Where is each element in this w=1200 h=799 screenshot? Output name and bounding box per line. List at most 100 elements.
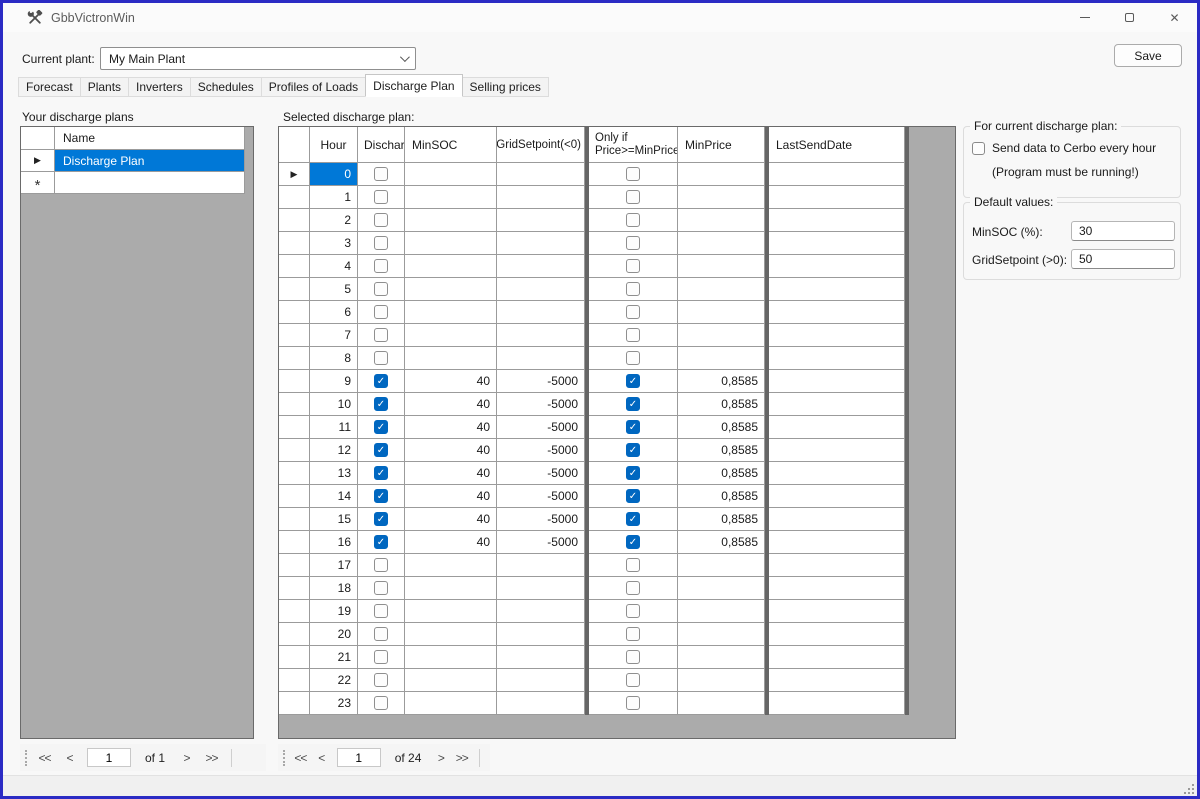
lastsenddate-cell[interactable] (769, 462, 905, 485)
minsoc-cell[interactable] (405, 646, 497, 669)
onlyif-cell[interactable] (589, 554, 678, 577)
discharge-cell[interactable] (358, 600, 405, 623)
row-selector[interactable] (279, 370, 310, 393)
default-gridsetpoint-field[interactable] (1071, 249, 1175, 269)
row-selector[interactable] (279, 347, 310, 370)
minsoc-cell[interactable] (405, 623, 497, 646)
gridsetpoint-cell[interactable] (497, 692, 585, 715)
onlyif-cell[interactable] (589, 232, 678, 255)
new-row-selector[interactable]: * (21, 172, 55, 194)
onlyif-cell[interactable] (589, 163, 678, 186)
lastsenddate-cell[interactable] (769, 186, 905, 209)
onlyif-checkbox[interactable] (626, 236, 640, 250)
discharge-cell[interactable] (358, 209, 405, 232)
lastsenddate-column-header[interactable]: LastSendDate (769, 127, 905, 163)
row-selector[interactable] (279, 278, 310, 301)
hour-cell[interactable]: 16 (310, 531, 358, 554)
onlyif-cell[interactable]: ✓ (589, 416, 678, 439)
maximize-button[interactable] (1107, 3, 1152, 32)
onlyif-checkbox[interactable] (626, 282, 640, 296)
gridsetpoint-cell[interactable] (497, 278, 585, 301)
hour-cell[interactable]: 12 (310, 439, 358, 462)
lastsenddate-cell[interactable] (769, 347, 905, 370)
hour-cell[interactable]: 23 (310, 692, 358, 715)
discharge-checkbox[interactable] (374, 558, 388, 572)
plans-position-input[interactable] (87, 748, 131, 767)
gridsetpoint-cell[interactable] (497, 186, 585, 209)
gridsetpoint-cell[interactable] (497, 600, 585, 623)
onlyif-checkbox[interactable] (626, 213, 640, 227)
row-selector[interactable] (279, 416, 310, 439)
tab-plants[interactable]: Plants (79, 77, 130, 97)
minsoc-cell[interactable]: 40 (405, 485, 497, 508)
discharge-checkbox[interactable] (374, 282, 388, 296)
gridsetpoint-cell[interactable]: -5000 (497, 393, 585, 416)
onlyif-checkbox[interactable] (626, 167, 640, 181)
minsoc-cell[interactable] (405, 209, 497, 232)
minprice-cell[interactable] (678, 554, 765, 577)
minsoc-cell[interactable] (405, 255, 497, 278)
discharge-cell[interactable] (358, 324, 405, 347)
onlyif-checkbox[interactable] (626, 650, 640, 664)
discharge-cell[interactable] (358, 646, 405, 669)
hour-cell[interactable]: 20 (310, 623, 358, 646)
minsoc-cell[interactable] (405, 324, 497, 347)
discharge-cell[interactable] (358, 623, 405, 646)
discharge-cell[interactable] (358, 163, 405, 186)
plans-next-page-button[interactable]: > (174, 748, 199, 768)
row-selector[interactable] (279, 255, 310, 278)
minsoc-cell[interactable] (405, 692, 497, 715)
onlyif-checkbox[interactable]: ✓ (626, 466, 640, 480)
tab-inverters[interactable]: Inverters (128, 77, 191, 97)
discharge-checkbox[interactable]: ✓ (374, 535, 388, 549)
lastsenddate-cell[interactable] (769, 669, 905, 692)
minprice-cell[interactable]: 0,8585 (678, 462, 765, 485)
gridsetpoint-cell[interactable]: -5000 (497, 485, 585, 508)
discharge-checkbox[interactable] (374, 673, 388, 687)
minprice-cell[interactable]: 0,8585 (678, 370, 765, 393)
onlyif-checkbox[interactable] (626, 673, 640, 687)
minsoc-cell[interactable] (405, 577, 497, 600)
lastsenddate-cell[interactable] (769, 209, 905, 232)
discharge-checkbox[interactable]: ✓ (374, 489, 388, 503)
gridsetpoint-cell[interactable] (497, 623, 585, 646)
onlyif-cell[interactable] (589, 186, 678, 209)
discharge-checkbox[interactable]: ✓ (374, 374, 388, 388)
minsoc-cell[interactable] (405, 554, 497, 577)
lastsenddate-cell[interactable] (769, 439, 905, 462)
hour-cell[interactable]: 22 (310, 669, 358, 692)
minsoc-column-header[interactable]: MinSOC (405, 127, 497, 163)
onlyif-checkbox[interactable] (626, 627, 640, 641)
discharge-checkbox[interactable]: ✓ (374, 397, 388, 411)
lastsenddate-cell[interactable] (769, 600, 905, 623)
minprice-cell[interactable] (678, 577, 765, 600)
row-selector[interactable] (279, 393, 310, 416)
onlyif-cell[interactable] (589, 623, 678, 646)
gridsetpoint-cell[interactable] (497, 324, 585, 347)
hour-cell[interactable]: 5 (310, 278, 358, 301)
discharge-checkbox[interactable] (374, 650, 388, 664)
discharge-checkbox[interactable] (374, 259, 388, 273)
minprice-cell[interactable] (678, 324, 765, 347)
tab-profiles-of-loads[interactable]: Profiles of Loads (260, 77, 367, 97)
minsoc-cell[interactable]: 40 (405, 393, 497, 416)
minprice-cell[interactable] (678, 163, 765, 186)
row-selector[interactable] (279, 439, 310, 462)
minsoc-cell[interactable]: 40 (405, 370, 497, 393)
onlyif-cell[interactable] (589, 600, 678, 623)
lastsenddate-cell[interactable] (769, 531, 905, 554)
hour-cell[interactable]: 8 (310, 347, 358, 370)
discharge-checkbox[interactable] (374, 190, 388, 204)
current-plant-select[interactable]: My Main Plant (100, 47, 416, 70)
lastsenddate-cell[interactable] (769, 646, 905, 669)
lastsenddate-cell[interactable] (769, 163, 905, 186)
hours-next-page-button[interactable]: > (430, 748, 451, 768)
row-selector[interactable]: ▶ (279, 163, 310, 186)
gridsetpoint-cell[interactable] (497, 554, 585, 577)
discharge-checkbox[interactable] (374, 604, 388, 618)
hour-cell[interactable]: 6 (310, 301, 358, 324)
hours-prev-page-button[interactable]: < (311, 748, 332, 768)
gridsetpoint-cell[interactable]: -5000 (497, 370, 585, 393)
row-selector[interactable] (279, 485, 310, 508)
tab-schedules[interactable]: Schedules (189, 77, 262, 97)
